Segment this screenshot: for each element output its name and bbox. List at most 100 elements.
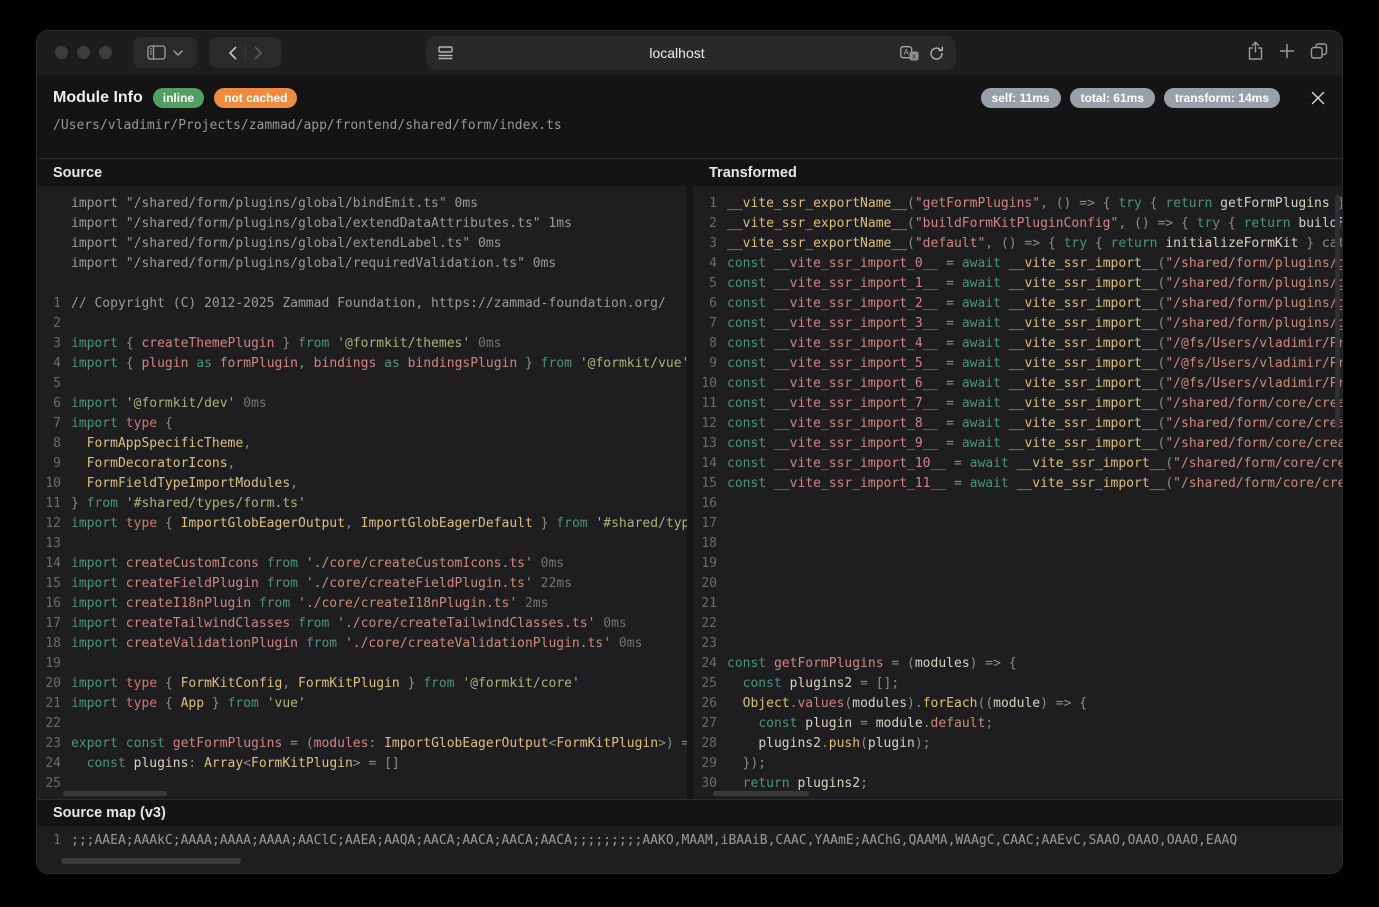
code-line xyxy=(37,274,687,294)
toolbar-right-buttons xyxy=(1247,41,1328,61)
code-line: 27 const plugin = module.default; xyxy=(693,714,1342,734)
self-time-badge: self: 11ms xyxy=(981,88,1061,108)
code-line: 22 xyxy=(37,714,687,734)
code-line: 14import createCustomIcons from './core/… xyxy=(37,554,687,574)
code-line: 5 xyxy=(37,374,687,394)
sidebar-icon xyxy=(147,45,166,60)
minimize-window-button[interactable] xyxy=(77,46,90,59)
zoom-window-button[interactable] xyxy=(99,46,112,59)
nav-divider xyxy=(245,45,246,61)
code-line: 8 FormAppSpecificTheme, xyxy=(37,434,687,454)
address-bar[interactable]: localhost A x xyxy=(426,36,956,70)
sidebar-toggle-button[interactable] xyxy=(133,37,197,68)
browser-window: localhost A x xyxy=(36,30,1343,874)
code-line: 1;;;AAEA;AAAkC;AAAA;AAAA;AAAA;AAClC;AAEA… xyxy=(37,828,1342,854)
code-line: 23export const getFormPlugins = (modules… xyxy=(37,734,687,754)
reload-icon[interactable] xyxy=(929,46,944,61)
code-line: import "/shared/form/plugins/global/bind… xyxy=(37,194,687,214)
svg-text:x: x xyxy=(912,51,916,60)
source-panel-title: Source xyxy=(53,165,102,181)
code-line: 20import type { FormKitConfig, FormKitPl… xyxy=(37,674,687,694)
code-line: 3import { createThemePlugin } from '@for… xyxy=(37,334,687,354)
code-line: 15const __vite_ssr_import_11__ = await _… xyxy=(693,474,1342,494)
back-button[interactable] xyxy=(228,46,237,60)
code-line: 29 }); xyxy=(693,754,1342,774)
code-line: 16 xyxy=(693,494,1342,514)
svg-text:A: A xyxy=(904,48,910,57)
close-button[interactable] xyxy=(1310,90,1326,106)
transformed-vertical-scrollbar[interactable] xyxy=(1335,194,1340,429)
sourcemap-panel[interactable]: 1;;;AAEA;AAAkC;AAAA;AAAA;AAAA;AAClC;AAEA… xyxy=(37,826,1342,873)
code-line: 2 xyxy=(37,314,687,334)
code-line: 25 const plugins2 = []; xyxy=(693,674,1342,694)
code-line: 10 FormFieldTypeImportModules, xyxy=(37,474,687,494)
code-line: 4import { plugin as formPlugin, bindings… xyxy=(37,354,687,374)
close-window-button[interactable] xyxy=(55,46,68,59)
code-line: 6import '@formkit/dev' 0ms xyxy=(37,394,687,414)
code-line: 12import type { ImportGlobEagerOutput, I… xyxy=(37,514,687,534)
code-line: import "/shared/form/plugins/global/requ… xyxy=(37,254,687,274)
module-file-path: /Users/vladimir/Projects/zammad/app/fron… xyxy=(53,118,1326,133)
transformed-code: 1__vite_ssr_exportName__("getFormPlugins… xyxy=(693,194,1342,794)
code-line: 28 plugins2.push(plugin); xyxy=(693,734,1342,754)
code-line: 6const __vite_ssr_import_2__ = await __v… xyxy=(693,294,1342,314)
inline-badge: inline xyxy=(153,88,204,108)
translate-icon[interactable]: A x xyxy=(900,46,919,61)
code-line: 18 xyxy=(693,534,1342,554)
code-line: 19 xyxy=(37,654,687,674)
page-title: Module Info xyxy=(53,89,143,107)
code-line: 9 FormDecoratorIcons, xyxy=(37,454,687,474)
source-code-panel[interactable]: import "/shared/form/plugins/global/bind… xyxy=(37,186,687,799)
code-line: 19 xyxy=(693,554,1342,574)
code-line: import "/shared/form/plugins/global/exte… xyxy=(37,234,687,254)
share-icon[interactable] xyxy=(1247,41,1264,61)
not-cached-badge: not cached xyxy=(214,88,297,108)
source-horizontal-scrollbar[interactable] xyxy=(63,791,167,796)
new-tab-icon[interactable] xyxy=(1279,43,1295,59)
page-format-icon[interactable] xyxy=(438,46,454,60)
code-line: 13 xyxy=(37,534,687,554)
transform-time-badge: transform: 14ms xyxy=(1164,88,1280,108)
code-line: 18import createValidationPlugin from './… xyxy=(37,634,687,654)
code-line: 24 const plugins: Array<FormKitPlugin> =… xyxy=(37,754,687,774)
code-line: 1// Copyright (C) 2012-2025 Zammad Found… xyxy=(37,294,687,314)
code-line: 24const getFormPlugins = (modules) => { xyxy=(693,654,1342,674)
code-line: 12const __vite_ssr_import_8__ = await __… xyxy=(693,414,1342,434)
code-line: 15import createFieldPlugin from './core/… xyxy=(37,574,687,594)
transformed-code-panel[interactable]: 1__vite_ssr_exportName__("getFormPlugins… xyxy=(693,186,1342,799)
window-controls xyxy=(55,46,112,59)
code-line: 5const __vite_ssr_import_1__ = await __v… xyxy=(693,274,1342,294)
source-code: import "/shared/form/plugins/global/bind… xyxy=(37,194,687,794)
code-line: 11} from '#shared/types/form.ts' xyxy=(37,494,687,514)
code-line: 16import createI18nPlugin from './core/c… xyxy=(37,594,687,614)
code-line: 3__vite_ssr_exportName__("default", () =… xyxy=(693,234,1342,254)
forward-button[interactable] xyxy=(254,46,263,60)
url-text: localhost xyxy=(454,45,900,61)
code-line: 7const __vite_ssr_import_3__ = await __v… xyxy=(693,314,1342,334)
code-line: 2__vite_ssr_exportName__("buildFormKitPl… xyxy=(693,214,1342,234)
code-line: 13const __vite_ssr_import_9__ = await __… xyxy=(693,434,1342,454)
nav-buttons xyxy=(209,37,281,68)
code-line: 4const __vite_ssr_import_0__ = await __v… xyxy=(693,254,1342,274)
tab-overview-icon[interactable] xyxy=(1310,43,1328,59)
transformed-horizontal-scrollbar[interactable] xyxy=(713,791,809,796)
code-line: 22 xyxy=(693,614,1342,634)
code-line: 17import createTailwindClasses from './c… xyxy=(37,614,687,634)
total-time-badge: total: 61ms xyxy=(1070,88,1155,108)
code-line: 8const __vite_ssr_import_4__ = await __v… xyxy=(693,334,1342,354)
module-info-header: Module Info inline not cached self: 11ms… xyxy=(37,75,1342,158)
code-line: 21 xyxy=(693,594,1342,614)
code-panels: import "/shared/form/plugins/global/bind… xyxy=(37,186,1342,799)
timing-badges: self: 11ms total: 61ms transform: 14ms xyxy=(981,88,1280,108)
code-line: 23 xyxy=(693,634,1342,654)
code-line: 9const __vite_ssr_import_5__ = await __v… xyxy=(693,354,1342,374)
sourcemap-header: Source map (v3) xyxy=(37,799,1342,826)
sourcemap-title: Source map (v3) xyxy=(53,805,166,821)
panel-headers: Source Transformed xyxy=(37,158,1342,186)
code-line: 21import type { App } from 'vue' xyxy=(37,694,687,714)
chevron-down-icon xyxy=(173,50,183,56)
code-line: 10const __vite_ssr_import_6__ = await __… xyxy=(693,374,1342,394)
code-line: 20 xyxy=(693,574,1342,594)
sourcemap-horizontal-scrollbar[interactable] xyxy=(61,858,241,864)
code-line: 11const __vite_ssr_import_7__ = await __… xyxy=(693,394,1342,414)
